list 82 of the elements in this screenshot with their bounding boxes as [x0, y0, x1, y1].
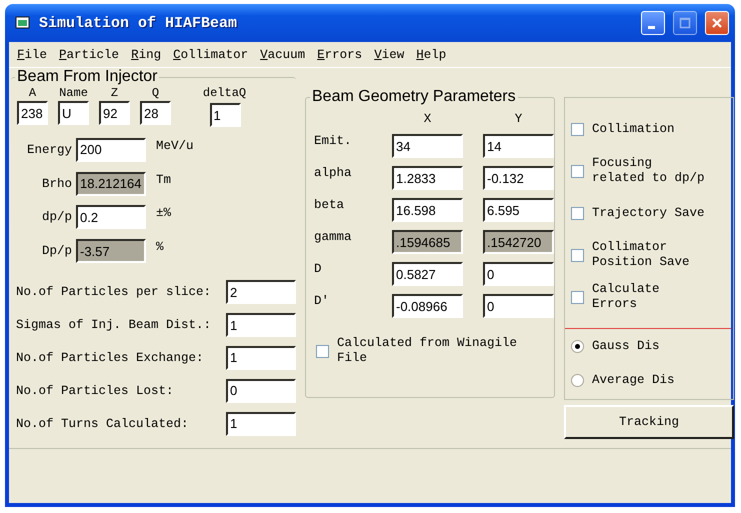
field-label: D': [314, 294, 330, 308]
field-label: deltaQ: [202, 86, 246, 100]
menu-item[interactable]: Particle: [53, 48, 126, 62]
column-header: Y: [514, 112, 524, 126]
field-label: Emit.: [314, 134, 353, 148]
checkbox[interactable]: [571, 122, 584, 136]
menu-item[interactable]: Ring: [125, 48, 168, 62]
radio-button[interactable]: [571, 340, 584, 352]
field-label: D: [314, 262, 323, 276]
menu-item[interactable]: Vacuum: [254, 48, 312, 62]
field-label: No.of Particles Lost:: [16, 384, 175, 398]
maximize-icon: [678, 16, 692, 30]
input-field[interactable]: 34: [392, 134, 463, 158]
radio-label: Average Dis: [592, 372, 675, 388]
group-title: Beam From Injector: [16, 68, 158, 86]
unit-label: %: [156, 240, 164, 254]
field-label: Name: [59, 86, 88, 100]
input-field[interactable]: 1: [226, 313, 296, 338]
unit-label: ±%: [156, 206, 172, 220]
field-label: gamma: [314, 230, 353, 244]
checkbox[interactable]: [571, 164, 584, 178]
group-title: Beam Geometry Parameters: [311, 88, 517, 106]
input-field[interactable]: 16.598: [392, 198, 463, 222]
window-title: Simulation of HIAFBeam: [39, 14, 238, 32]
input-field[interactable]: -0.08966: [392, 294, 463, 318]
input-field[interactable]: 0: [483, 262, 554, 286]
input-field[interactable]: 6.595: [483, 198, 554, 222]
field-label: Dp/p: [40, 244, 73, 258]
field-label: A: [28, 86, 36, 100]
input-field[interactable]: 14: [483, 134, 554, 158]
field-label: beta: [314, 198, 346, 212]
input-field[interactable]: -0.132: [483, 166, 554, 190]
input-field[interactable]: 0: [226, 378, 296, 403]
column-header: X: [422, 112, 432, 126]
field-label: No.of Turns Calculated:: [16, 416, 190, 431]
unit-label: Tm: [156, 172, 172, 187]
input-field[interactable]: U: [58, 101, 89, 125]
field-label: No.of Particles Exchange:: [16, 350, 205, 365]
input-field[interactable]: 238: [17, 101, 48, 125]
input-field[interactable]: 0.2: [76, 205, 146, 230]
field-label: alpha: [314, 166, 353, 180]
unit-label: MeV/u: [156, 138, 194, 153]
checkbox[interactable]: [571, 206, 584, 220]
radio-label: Gauss Dis: [592, 338, 660, 354]
input-field[interactable]: 0: [483, 294, 554, 318]
input-field[interactable]: 1.2833: [392, 166, 463, 190]
field-label: No.of Particles per slice:: [16, 285, 212, 300]
input-field[interactable]: 1: [210, 103, 240, 127]
checkbox-label: Calculate Errors: [592, 282, 661, 312]
input-field[interactable]: 1: [226, 412, 296, 436]
checkbox[interactable]: [316, 344, 329, 358]
field-label: Q: [152, 86, 160, 100]
menu-item[interactable]: File: [11, 48, 54, 62]
minimize-icon: [648, 26, 654, 28]
checkbox-label: Collimator Position Save: [592, 240, 691, 270]
input-field[interactable]: 2: [226, 280, 296, 304]
close-icon: [710, 16, 724, 30]
radio-button[interactable]: [571, 374, 584, 386]
checkbox-label: Collimation: [592, 122, 676, 136]
input-field[interactable]: 0.5827: [392, 262, 463, 286]
field-label: Sigmas of Inj. Beam Dist.:: [16, 318, 212, 332]
checkbox[interactable]: [571, 290, 584, 304]
menu-item[interactable]: Help: [410, 48, 452, 62]
checkbox[interactable]: [571, 248, 584, 262]
field-label: Energy: [26, 142, 73, 157]
field-label: dp/p: [40, 210, 73, 224]
input-field[interactable]: 200: [76, 138, 146, 162]
app-icon: [15, 16, 31, 30]
close-button[interactable]: [705, 11, 729, 35]
field-label: Brho: [40, 176, 73, 191]
input-field[interactable]: 28: [140, 101, 171, 125]
input-field[interactable]: 92: [99, 101, 130, 125]
tracking-button[interactable]: Tracking: [564, 405, 734, 439]
checkbox-label: Trajectory Save: [592, 206, 706, 220]
menu-item[interactable]: Collimator: [167, 48, 254, 62]
menu-item[interactable]: Errors: [311, 48, 368, 62]
minimize-button[interactable]: [641, 11, 665, 35]
checkbox-label: Calculated from Winagile File: [337, 336, 518, 366]
input-field[interactable]: 1: [226, 346, 296, 370]
menu-item[interactable]: View: [368, 48, 410, 62]
field-label: Z: [110, 86, 118, 100]
checkbox-label: Focusing related to dp/p: [592, 156, 706, 186]
